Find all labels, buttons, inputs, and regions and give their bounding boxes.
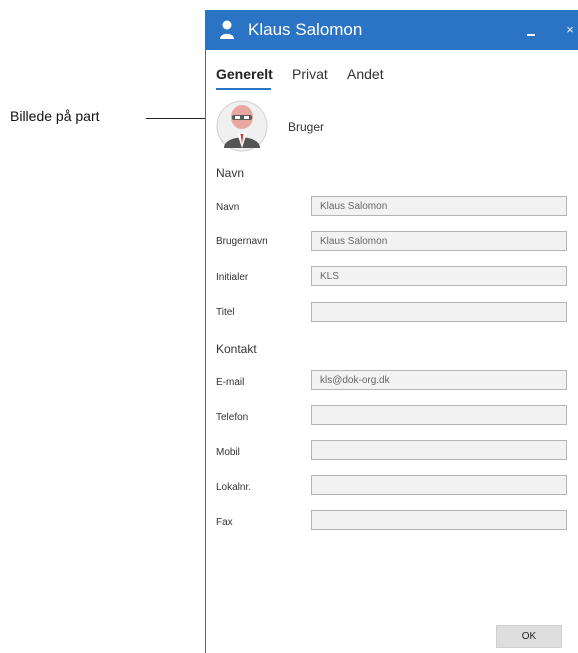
telefon-field[interactable] <box>311 405 567 425</box>
label-navn: Navn <box>216 202 240 213</box>
label-telefon: Telefon <box>216 412 249 423</box>
email-field[interactable] <box>311 370 567 390</box>
mobil-field[interactable] <box>311 440 567 460</box>
brugernavn-field[interactable] <box>311 231 567 251</box>
role-text: Bruger <box>288 120 325 134</box>
close-button[interactable]: × <box>561 18 578 42</box>
section-heading-navn: Navn <box>216 166 245 180</box>
label-initialer: Initialer <box>216 272 249 283</box>
tab-andet[interactable]: Andet <box>347 66 384 82</box>
navn-field[interactable] <box>311 196 567 216</box>
title-bar: Klaus Salomon × <box>206 10 578 50</box>
tab-generelt[interactable]: Generelt <box>216 66 273 82</box>
label-email: E-mail <box>216 377 245 388</box>
titel-field[interactable] <box>311 302 567 322</box>
section-heading-kontakt: Kontakt <box>216 342 257 356</box>
window-title: Klaus Salomon <box>248 20 363 39</box>
minimize-button[interactable] <box>520 18 542 42</box>
user-icon <box>220 20 234 39</box>
label-brugernavn: Brugernavn <box>216 236 268 247</box>
label-mobil: Mobil <box>216 447 240 458</box>
initialer-field[interactable] <box>311 266 567 286</box>
avatar-icon[interactable] <box>216 100 268 152</box>
active-tab-indicator <box>216 88 271 90</box>
label-lokalnr: Lokalnr. <box>216 482 252 493</box>
user-dialog: Klaus Salomon × Generelt Privat Andet Br… <box>205 10 578 653</box>
label-titel: Titel <box>216 307 235 318</box>
minimize-icon <box>527 34 535 37</box>
ok-button[interactable]: OK <box>496 625 562 648</box>
label-fax: Fax <box>216 517 233 528</box>
tab-privat[interactable]: Privat <box>292 66 328 82</box>
fax-field[interactable] <box>311 510 567 530</box>
callout-label: Billede på part <box>10 108 100 124</box>
lokalnr-field[interactable] <box>311 475 567 495</box>
